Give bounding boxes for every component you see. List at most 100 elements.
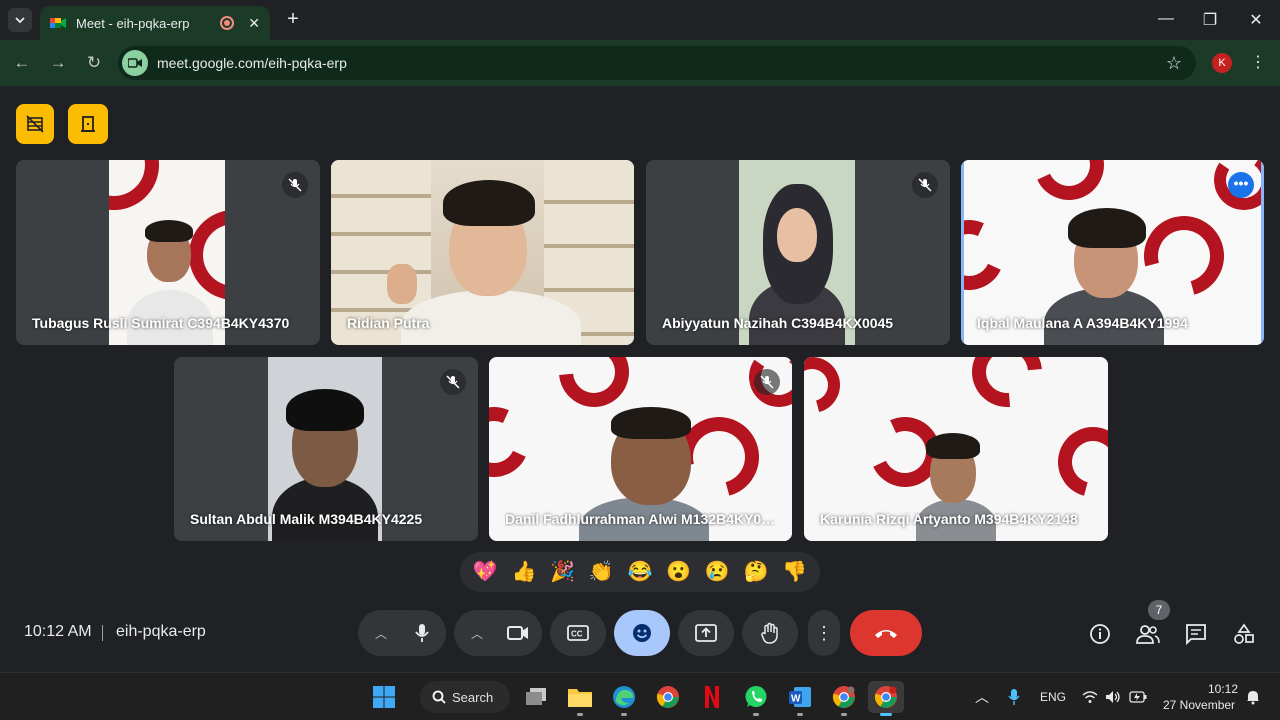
chrome-icon[interactable] (654, 683, 682, 711)
reaction-clap-button[interactable]: 👏 (583, 552, 619, 592)
back-arrow-icon[interactable]: ← (12, 53, 32, 73)
reaction-surprised-button[interactable]: 😮 (661, 552, 697, 592)
people-icon (1136, 625, 1160, 644)
chrome-profile-icon[interactable] (830, 683, 858, 711)
captions-button[interactable]: CC (550, 610, 606, 656)
restore-icon[interactable]: ❐ (1200, 10, 1220, 30)
reload-icon[interactable]: ↻ (84, 53, 104, 73)
reaction-thinking-button[interactable]: 🤔 (738, 552, 774, 592)
present-screen-button[interactable] (678, 610, 734, 656)
task-view-icon[interactable] (522, 683, 550, 711)
active-indicator (880, 713, 892, 716)
participant-name: Danil Fadhlurrahman Alwi M132B4KY0… (505, 511, 775, 527)
notification-icon[interactable] (1242, 683, 1264, 711)
tray-chevron-up-icon[interactable]: ︿ (975, 687, 989, 707)
microphone-icon (415, 624, 429, 642)
new-tab-button[interactable]: + (282, 8, 304, 30)
minimize-icon[interactable]: — (1156, 10, 1176, 28)
meeting-code: eih-pqka-erp (116, 623, 206, 640)
activities-button[interactable] (1228, 618, 1260, 650)
participant-name: Ridian Putra (347, 315, 430, 331)
url-text: meet.google.com/eih-pqka-erp (157, 55, 347, 71)
participant-name: Abiyyatun Nazihah C394B4KX0045 (662, 315, 894, 331)
address-bar[interactable]: meet.google.com/eih-pqka-erp ☆ (118, 46, 1196, 80)
chevron-up-icon: ︿ (374, 626, 387, 641)
leave-call-button[interactable] (850, 610, 922, 656)
whatsapp-icon[interactable] (742, 683, 770, 711)
meeting-details-button[interactable] (1084, 618, 1116, 650)
participant-tile[interactable]: Ridian Putra (331, 160, 634, 345)
wifi-icon[interactable] (1080, 683, 1100, 711)
reaction-thumbs-up-button[interactable]: 👍 (506, 552, 542, 592)
reaction-sad-button[interactable]: 😢 (699, 552, 735, 592)
reaction-party-button[interactable]: 🎉 (545, 552, 581, 592)
participant-tile[interactable]: Karunia Rizqi Artyanto M394B4KY2148 (804, 357, 1108, 541)
mic-tray-icon[interactable] (1002, 683, 1026, 711)
reaction-laugh-button[interactable]: 😂 (622, 552, 658, 592)
participant-name: Karunia Rizqi Artyanto M394B4KY2148 (820, 511, 1078, 527)
raise-hand-icon (761, 622, 778, 644)
more-vertical-icon: ⋮ (815, 622, 833, 643)
search-icon (432, 690, 446, 704)
audio-settings-button[interactable]: ︿ (364, 610, 398, 656)
taskbar-date[interactable]: 27 November (1163, 698, 1235, 712)
browser-tab-bar: Meet - eih-pqka-erp ✕ + — ❐ ✕ (0, 0, 1280, 40)
tab-title: Meet - eih-pqka-erp (76, 15, 190, 31)
windows-start-icon[interactable] (370, 683, 398, 711)
microphone-button[interactable] (398, 610, 446, 656)
more-options-icon[interactable]: ••• (1228, 172, 1254, 198)
google-meet-icon (50, 18, 66, 28)
edge-icon[interactable] (610, 683, 638, 711)
camera-button[interactable] (494, 610, 542, 656)
participant-tile[interactable]: Danil Fadhlurrahman Alwi M132B4KY0… (489, 357, 792, 541)
reactions-button[interactable] (614, 610, 670, 656)
svg-text:W: W (791, 694, 801, 705)
netflix-icon[interactable] (698, 683, 726, 711)
profile-avatar[interactable]: K (1212, 53, 1232, 73)
browser-toolbar: ← → ↻ meet.google.com/eih-pqka-erp ☆ K ⋮ (0, 40, 1280, 86)
running-indicator (753, 713, 759, 716)
site-camera-icon[interactable] (122, 50, 148, 76)
more-options-button[interactable]: ⋮ (808, 610, 840, 656)
mic-muted-icon (754, 369, 780, 395)
reaction-heart-button[interactable]: 💖 (467, 552, 503, 592)
running-indicator (797, 713, 803, 716)
chrome-active-icon[interactable] (868, 681, 904, 713)
recording-icon (220, 16, 235, 30)
leave-room-button[interactable] (68, 104, 108, 144)
tab-search-button[interactable] (8, 8, 32, 32)
browser-menu-icon[interactable]: ⋮ (1250, 52, 1266, 72)
meeting-clock: 10:12 AM (24, 623, 92, 640)
participant-tile[interactable]: Tubagus Rusli Sumirat C394B4KY4370 (16, 160, 320, 345)
svg-text:CC: CC (571, 630, 583, 639)
people-button[interactable] (1132, 618, 1164, 650)
chat-button[interactable] (1180, 618, 1212, 650)
forward-arrow-icon[interactable]: → (48, 53, 68, 73)
file-explorer-icon[interactable] (566, 683, 594, 711)
running-indicator (621, 713, 627, 716)
host-controls-button[interactable] (16, 104, 54, 144)
taskbar-search[interactable]: Search (420, 681, 510, 713)
camera-icon (507, 626, 528, 640)
reaction-thumbs-down-button[interactable]: 👎 (777, 552, 813, 592)
word-icon[interactable]: W (786, 683, 814, 711)
battery-icon[interactable] (1127, 683, 1149, 711)
close-window-icon[interactable]: ✕ (1246, 10, 1266, 30)
participant-tile[interactable]: Sultan Abdul Malik M394B4KY4225 (174, 357, 478, 541)
volume-icon[interactable] (1103, 683, 1123, 711)
language-indicator[interactable]: ENG (1040, 690, 1066, 704)
video-settings-button[interactable]: ︿ (460, 610, 494, 656)
present-icon (695, 624, 717, 642)
mic-muted-icon (282, 172, 308, 198)
participant-count-badge: 7 (1148, 600, 1170, 620)
participant-tile-active[interactable]: ••• Iqbal Maulana A A394B4KY1994 (961, 160, 1264, 345)
participant-tile[interactable]: Abiyyatun Nazihah C394B4KX0045 (646, 160, 950, 345)
tab-close-icon[interactable]: ✕ (248, 15, 260, 32)
participant-name: Tubagus Rusli Sumirat C394B4KY4370 (32, 315, 290, 331)
activities-icon (1234, 623, 1254, 644)
captions-icon: CC (567, 625, 589, 641)
raise-hand-button[interactable] (742, 610, 798, 656)
bookmark-star-icon[interactable]: ☆ (1166, 53, 1182, 74)
browser-tab-meet[interactable]: Meet - eih-pqka-erp ✕ (40, 6, 270, 40)
taskbar-time[interactable]: 10:12 (1208, 682, 1238, 696)
